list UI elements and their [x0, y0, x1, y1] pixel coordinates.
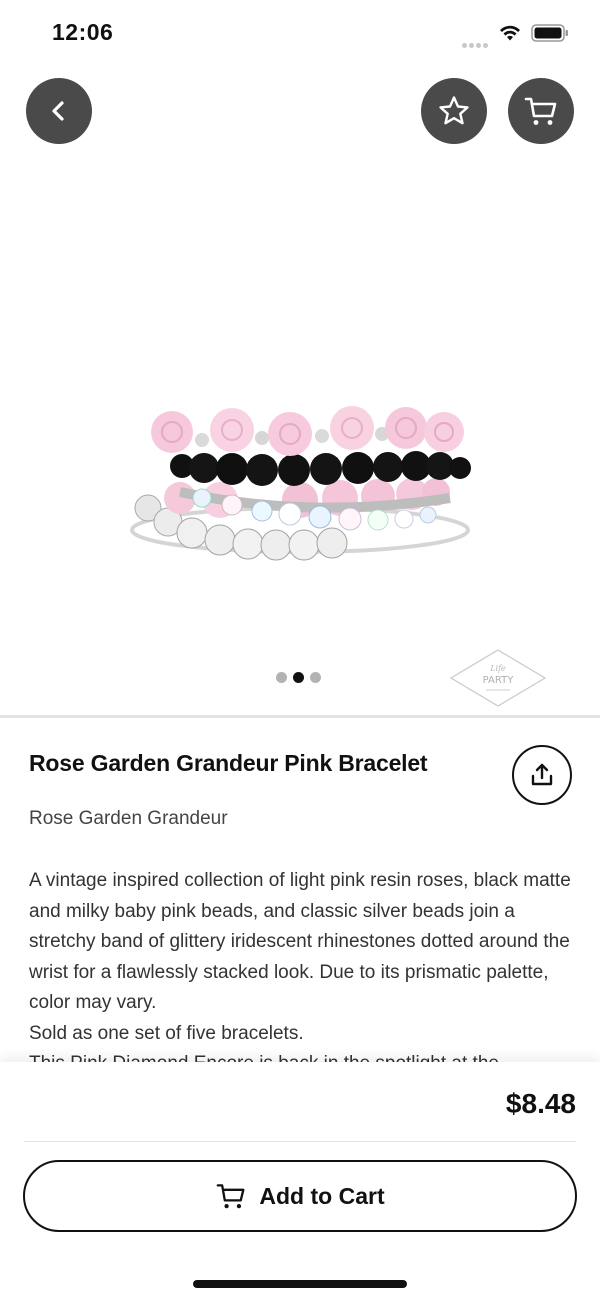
- section-divider: [0, 715, 600, 718]
- share-icon: [531, 763, 553, 786]
- status-time: 12:06: [52, 19, 114, 45]
- status-bar: 12:06: [0, 0, 600, 66]
- brand-logo: Life PARTY: [449, 649, 547, 707]
- chevron-left-icon: [52, 101, 64, 121]
- image-pager[interactable]: [276, 671, 326, 683]
- cellular-signal-icon: [462, 35, 490, 48]
- cart-icon: [524, 97, 557, 125]
- battery-icon: [531, 24, 568, 42]
- back-button[interactable]: [26, 78, 92, 144]
- description-paragraph: This Pink Diamond Encore is back in the …: [29, 1049, 579, 1062]
- wifi-icon: [500, 25, 520, 41]
- description-paragraph: A vintage inspired collection of light p…: [29, 870, 571, 1013]
- collection-name: Rose Garden Grandeur: [29, 808, 228, 829]
- add-to-cart-button[interactable]: Add to Cart: [23, 1160, 577, 1232]
- product-description: A vintage inspired collection of light p…: [29, 866, 579, 1062]
- share-button[interactable]: [512, 745, 572, 805]
- product-price: $8.48: [505, 1088, 576, 1119]
- star-icon: [439, 96, 469, 125]
- product-image[interactable]: [110, 380, 490, 580]
- purchase-panel: $8.48 Add to Cart: [0, 1062, 600, 1299]
- pager-dot-active[interactable]: [293, 671, 304, 683]
- cart-button[interactable]: [508, 78, 574, 144]
- svg-text:PARTY: PARTY: [483, 675, 515, 686]
- product-title: Rose Garden Grandeur Pink Bracelet: [29, 750, 428, 776]
- cart-icon: [217, 1184, 245, 1209]
- purchase-divider: [24, 1141, 576, 1142]
- favorite-button[interactable]: [421, 78, 487, 144]
- description-paragraph: Sold as one set of five bracelets.: [29, 1022, 304, 1044]
- add-to-cart-label: Add to Cart: [259, 1182, 385, 1209]
- pager-dot[interactable]: [310, 671, 321, 683]
- pager-dot[interactable]: [276, 671, 287, 683]
- home-indicator[interactable]: [193, 1280, 407, 1288]
- svg-text:Life: Life: [489, 664, 506, 673]
